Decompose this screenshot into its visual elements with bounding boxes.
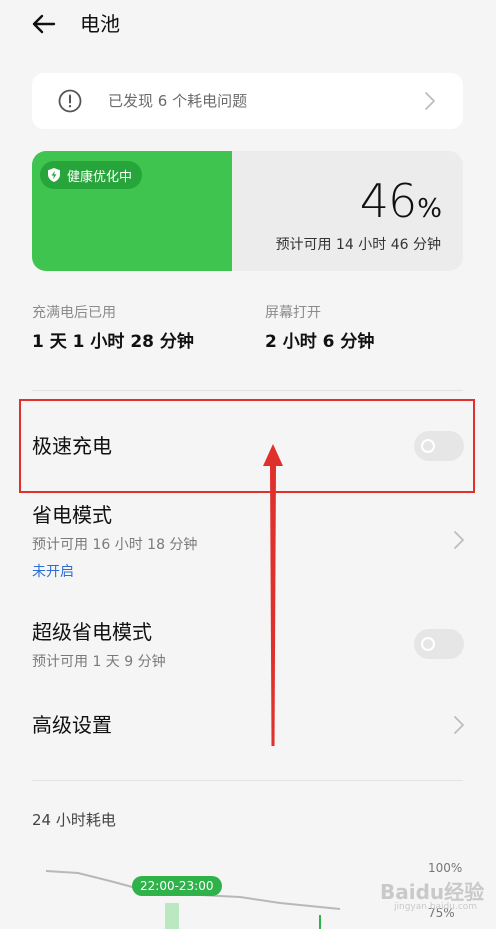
divider xyxy=(32,390,463,391)
toggle-knob xyxy=(421,637,435,651)
battery-percent: 46% xyxy=(359,173,442,237)
stat-value-since-full: 1 天 1 小时 28 分钟 xyxy=(32,332,194,352)
info-circle-icon xyxy=(58,89,82,113)
watermark-logo: Baidu经验 xyxy=(380,880,485,904)
battery-level-card: 健康优化中 46% 预计可用 14 小时 46 分钟 xyxy=(32,151,463,271)
chevron-right-icon xyxy=(454,716,464,734)
shield-bolt-icon xyxy=(48,168,60,182)
chevron-right-icon xyxy=(425,92,435,110)
setting-row-super-saving[interactable]: 超级省电模式 预计可用 1 天 9 分钟 xyxy=(20,608,474,680)
power-saving-estimate: 预计可用 16 小时 18 分钟 xyxy=(32,537,198,553)
annotation-arrow-up xyxy=(263,444,283,746)
usage-time-tooltip: 22:00-23:00 xyxy=(132,876,222,896)
stat-label-since-full: 充满电后已用 xyxy=(32,305,116,321)
watermark-url: jingyan.baidu.com xyxy=(394,902,478,912)
arrow-left-icon[interactable] xyxy=(30,10,58,38)
setting-row-advanced[interactable]: 高级设置 xyxy=(20,698,474,754)
alert-text: 已发现 6 个耗电问题 xyxy=(108,92,248,110)
stat-value-screen-on: 2 小时 6 分钟 xyxy=(265,332,375,352)
power-saving-status: 未开启 xyxy=(32,564,74,580)
advanced-settings-title: 高级设置 xyxy=(32,713,112,737)
battery-percent-unit: % xyxy=(417,194,442,224)
health-optimizing-badge[interactable]: 健康优化中 xyxy=(40,161,143,189)
super-saving-estimate: 预计可用 1 天 9 分钟 xyxy=(32,654,166,670)
power-issue-alert[interactable]: 已发现 6 个耗电问题 xyxy=(32,73,463,129)
battery-estimate: 预计可用 14 小时 46 分钟 xyxy=(275,237,441,253)
power-saving-title: 省电模式 xyxy=(32,503,112,527)
super-saving-title: 超级省电模式 xyxy=(32,620,152,644)
stat-label-screen-on: 屏幕打开 xyxy=(265,305,321,321)
annotation-highlight-box xyxy=(19,399,475,493)
usage-chart-title: 24 小时耗电 xyxy=(32,811,116,829)
y-label-100: 100% xyxy=(428,861,463,875)
battery-percent-value: 46 xyxy=(359,174,418,228)
page-title: 电池 xyxy=(80,12,120,36)
setting-row-power-saving[interactable]: 省电模式 预计可用 16 小时 18 分钟 未开启 xyxy=(20,495,474,591)
health-badge-label: 健康优化中 xyxy=(67,169,133,185)
super-saving-toggle[interactable] xyxy=(414,629,464,659)
usage-highlight-bar xyxy=(165,903,179,929)
divider xyxy=(32,780,463,781)
chevron-right-icon xyxy=(454,531,464,549)
